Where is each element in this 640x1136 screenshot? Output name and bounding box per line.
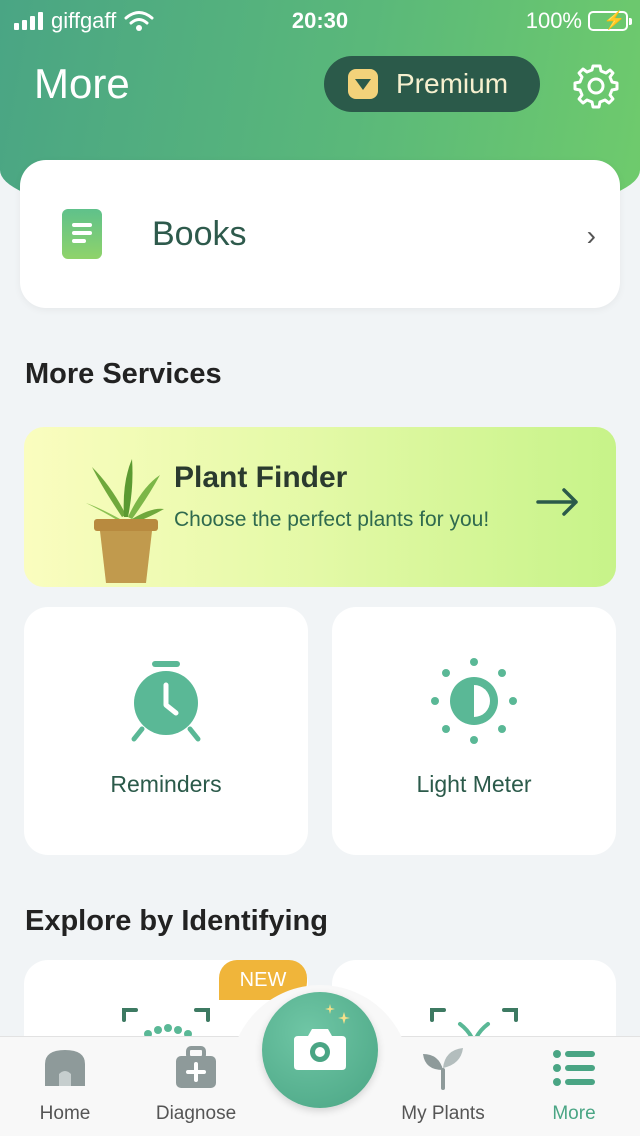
medical-kit-icon — [176, 1046, 216, 1088]
battery-icon: ⚡ — [588, 10, 632, 31]
explore-title: Explore by Identifying — [25, 905, 328, 937]
tab-diagnose[interactable]: Diagnose — [141, 1046, 251, 1125]
tab-my-plants[interactable]: My Plants — [388, 1046, 498, 1125]
gem-icon — [348, 69, 378, 99]
potted-plant-icon — [86, 459, 164, 583]
list-icon — [553, 1050, 595, 1086]
battery-percent: 100% — [525, 8, 582, 33]
plant-finder-title: Plant Finder — [174, 461, 348, 494]
plant-finder-description: Choose the perfect plants for you! — [174, 508, 490, 531]
page-title: More — [34, 60, 130, 107]
books-card[interactable]: Books › — [20, 160, 620, 308]
sprout-icon — [423, 1048, 463, 1090]
tab-more[interactable]: More — [519, 1046, 629, 1125]
premium-button[interactable]: Premium — [324, 56, 540, 112]
sun-icon — [431, 658, 517, 744]
alarm-clock-icon — [131, 661, 201, 742]
flower-scan-icon — [122, 1008, 210, 1038]
reminders-label: Reminders — [110, 771, 222, 797]
light-meter-tile[interactable]: Light Meter — [332, 607, 616, 855]
tab-diagnose-label: Diagnose — [155, 1103, 237, 1124]
plant-finder-card[interactable]: Plant Finder Choose the perfect plants f… — [24, 427, 616, 587]
camera-button[interactable] — [262, 992, 378, 1108]
arrow-right-icon — [536, 488, 578, 516]
premium-label: Premium — [396, 68, 509, 99]
home-icon — [45, 1050, 85, 1086]
camera-icon — [294, 1029, 346, 1070]
sparkle-icon — [325, 1004, 350, 1024]
book-icon — [62, 209, 102, 259]
books-label: Books — [152, 214, 247, 253]
tab-my-plants-label: My Plants — [401, 1103, 485, 1124]
leaf-scan-icon — [430, 1008, 518, 1038]
more-services-title: More Services — [25, 358, 222, 390]
gear-icon[interactable] — [572, 62, 620, 110]
tab-home-label: Home — [39, 1103, 91, 1124]
light-meter-label: Light Meter — [416, 771, 532, 797]
status-bar: giffgaff 20:30 100% ⚡ — [0, 0, 640, 40]
tab-home[interactable]: Home — [10, 1046, 120, 1125]
reminders-tile[interactable]: Reminders — [24, 607, 308, 855]
chevron-right-icon: › — [586, 220, 596, 251]
tab-more-label: More — [552, 1103, 596, 1124]
